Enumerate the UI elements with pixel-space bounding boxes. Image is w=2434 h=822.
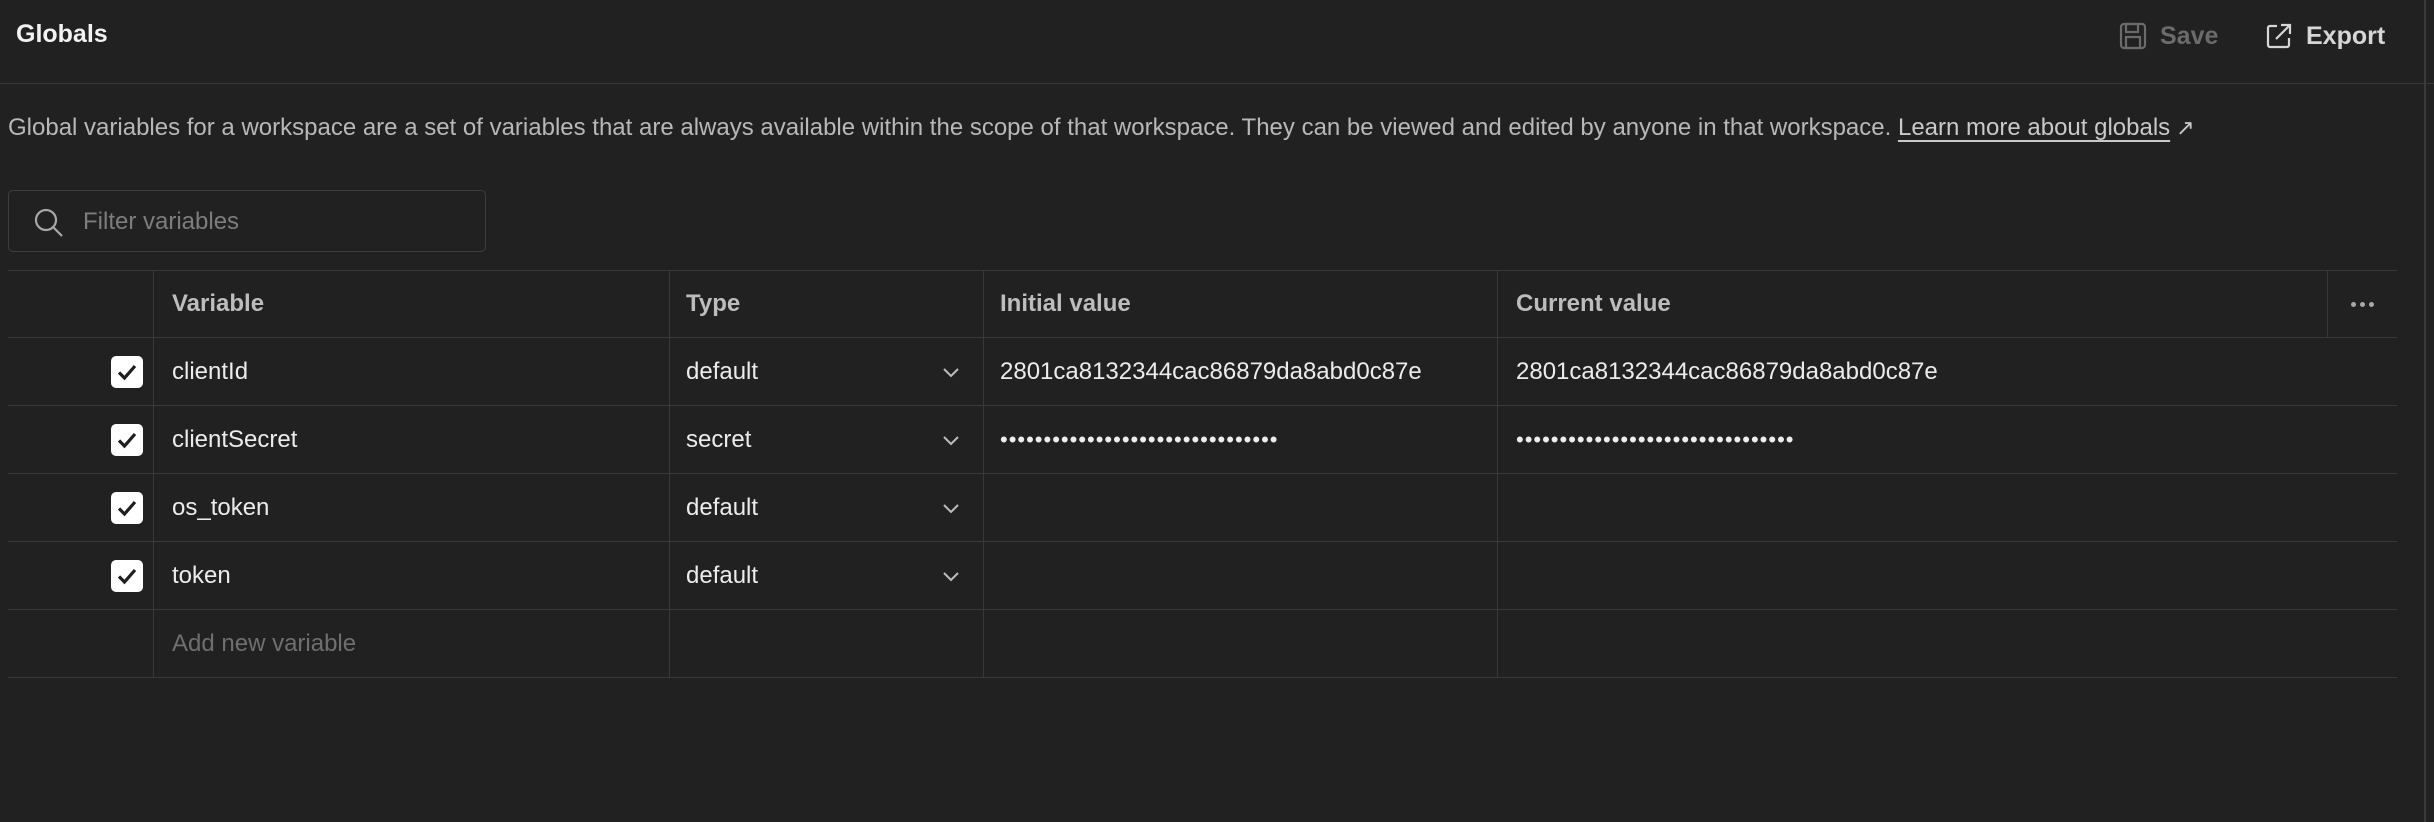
checkmark-icon: [117, 500, 137, 516]
type-cell: default: [669, 542, 983, 609]
current-value[interactable]: [1497, 610, 2397, 677]
globals-description: Global variables for a workspace are a s…: [8, 114, 2195, 142]
checkmark-icon: [117, 432, 137, 448]
enable-checkbox[interactable]: [111, 423, 143, 456]
type-value: default: [686, 561, 759, 589]
type-dropdown[interactable]: default: [686, 358, 972, 386]
type-cell: default: [669, 338, 983, 405]
column-header-type: Type: [669, 271, 983, 337]
current-value[interactable]: [1497, 542, 2397, 609]
chevron-down-icon: [942, 494, 960, 522]
more-options-button[interactable]: [2327, 271, 2397, 337]
table-row: clientSecret secret ••••••••••••••••••••…: [8, 406, 2397, 474]
globals-app: Globals Save Export Global variables for…: [0, 0, 2434, 822]
filter-variables-input[interactable]: [81, 203, 475, 241]
variable-name[interactable]: os_token: [153, 474, 669, 541]
initial-value[interactable]: 2801ca8132344cac86879da8abd0c87e: [983, 338, 1497, 405]
table-row: os_token default: [8, 474, 2397, 542]
row-checkbox-cell: [8, 406, 153, 473]
table-row: token default: [8, 542, 2397, 610]
add-new-variable-input[interactable]: Add new variable: [153, 610, 669, 677]
enable-checkbox[interactable]: [111, 491, 143, 524]
enable-checkbox[interactable]: [111, 355, 143, 388]
save-button[interactable]: Save: [2118, 16, 2218, 56]
header-checkbox-column: [8, 271, 153, 337]
type-value: default: [686, 493, 759, 521]
current-value[interactable]: 2801ca8132344cac86879da8abd0c87e: [1497, 338, 2397, 405]
more-icon: [2351, 301, 2374, 307]
type-dropdown[interactable]: default: [686, 562, 972, 590]
save-icon: [2118, 21, 2148, 51]
export-label: Export: [2306, 21, 2386, 50]
header-bar: Globals Save Export: [0, 0, 2434, 84]
type-value: secret: [686, 425, 752, 453]
variables-table: Variable Type Initial value Current valu…: [8, 270, 2397, 678]
variable-name[interactable]: clientId: [153, 338, 669, 405]
type-cell: secret: [669, 406, 983, 473]
checkmark-icon: [117, 568, 137, 584]
export-icon: [2264, 21, 2294, 51]
column-header-current-value: Current value: [1497, 271, 2327, 337]
chevron-down-icon: [942, 426, 960, 454]
variable-name[interactable]: token: [153, 542, 669, 609]
page-title: Globals: [16, 20, 108, 48]
table-header: Variable Type Initial value Current valu…: [8, 270, 2397, 338]
type-cell: default: [669, 474, 983, 541]
chevron-down-icon: [942, 358, 960, 386]
row-checkbox-cell: [8, 474, 153, 541]
initial-value-masked[interactable]: ••••••••••••••••••••••••••••••••: [983, 406, 1497, 473]
initial-value[interactable]: [983, 474, 1497, 541]
type-cell: [669, 610, 983, 677]
export-button[interactable]: Export: [2264, 16, 2385, 56]
panel-divider: [2424, 0, 2426, 822]
initial-value[interactable]: [983, 542, 1497, 609]
save-label: Save: [2160, 21, 2219, 50]
enable-checkbox[interactable]: [111, 559, 143, 592]
current-value[interactable]: [1497, 474, 2397, 541]
type-dropdown[interactable]: secret: [686, 426, 972, 454]
table-row: clientId default 2801ca8132344cac86879da…: [8, 338, 2397, 406]
external-link-icon: ↗: [2176, 115, 2195, 140]
checkmark-icon: [117, 364, 137, 380]
chevron-down-icon: [942, 562, 960, 590]
description-text: Global variables for a workspace are a s…: [8, 114, 1892, 141]
row-checkbox-cell: [8, 542, 153, 609]
row-checkbox-cell: [8, 338, 153, 405]
add-variable-row: Add new variable: [8, 610, 2397, 678]
type-dropdown[interactable]: default: [686, 494, 972, 522]
row-checkbox-cell: [8, 610, 153, 677]
current-value-masked[interactable]: ••••••••••••••••••••••••••••••••: [1497, 406, 2397, 473]
filter-box: [8, 190, 486, 252]
learn-more-link[interactable]: Learn more about globals: [1898, 114, 2170, 141]
type-value: default: [686, 357, 759, 385]
column-header-variable: Variable: [153, 271, 669, 337]
column-header-initial-value: Initial value: [983, 271, 1497, 337]
variable-name[interactable]: clientSecret: [153, 406, 669, 473]
initial-value[interactable]: [983, 610, 1497, 677]
